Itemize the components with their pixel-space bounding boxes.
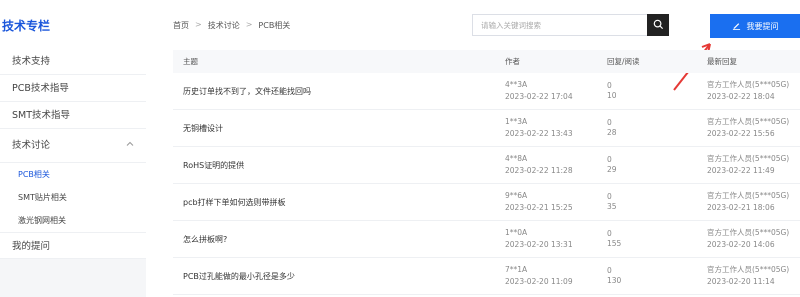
row-latest: 官方工作人员(5***05G) 2023-02-22 18:04 [707, 79, 800, 103]
table-header: 主题 作者 回复/阅读 最新回复 [173, 50, 800, 73]
row-title[interactable]: PCB过孔能做的最小孔径是多少 [173, 271, 505, 282]
main-content: 首页 > 技术讨论 > PCB相关 我要提问 主题 作者 回复/阅读 最新回复 … [146, 0, 800, 297]
latest-date: 2023-02-20 14:06 [707, 240, 775, 249]
author-name: 7**1A [505, 265, 528, 274]
row-reply: 0 29 [607, 155, 707, 175]
topics-table: 主题 作者 回复/阅读 最新回复 历史订单找不到了，文件还能找回吗 4**3A 2… [173, 50, 800, 295]
reply-count: 0 [607, 229, 612, 238]
view-count: 35 [607, 202, 617, 211]
breadcrumb: 首页 > 技术讨论 > PCB相关 [173, 20, 290, 31]
sidebar-subitem-smt[interactable]: SMT贴片相关 [0, 186, 146, 209]
author-name: 9**6A [505, 191, 528, 200]
row-title[interactable]: pcb打样下单如何选则带拼板 [173, 197, 505, 208]
latest-user: 官方工作人员(5***05G) [707, 265, 790, 274]
latest-date: 2023-02-22 15:56 [707, 129, 775, 138]
sidebar-item-pcb-guide[interactable]: PCB技术指导 [0, 75, 146, 102]
row-title[interactable]: 历史订单找不到了，文件还能找回吗 [173, 86, 505, 97]
row-title[interactable]: RoHS证明的提供 [173, 160, 505, 171]
sidebar-title: 技术专栏 [0, 0, 146, 48]
view-count: 130 [607, 276, 622, 285]
table-row[interactable]: PCB过孔能做的最小孔径是多少 7**1A 2023-02-20 11:09 01… [173, 258, 800, 295]
post-date: 2023-02-20 11:09 [505, 277, 573, 286]
row-author: 4**3A 2023-02-22 17:04 [505, 79, 607, 103]
post-date: 2023-02-22 11:28 [505, 166, 573, 175]
row-reply: 0 155 [607, 229, 707, 249]
view-count: 10 [607, 91, 617, 100]
view-count: 155 [607, 239, 622, 248]
latest-user: 官方工作人员(5***05G) [707, 80, 790, 89]
sidebar-menu: 技术支持 PCB技术指导 SMT技术指导 技术讨论 PCB相关 SMT贴片相关 … [0, 48, 146, 259]
author-name: 4**8A [505, 154, 528, 163]
row-reply: 0 10 [607, 81, 707, 101]
header-author: 作者 [505, 56, 520, 66]
row-latest: 官方工作人员(5***05G) 2023-02-20 11:14 [707, 264, 800, 288]
latest-user: 官方工作人员(5***05G) [707, 154, 790, 163]
row-reply: 0 28 [607, 118, 707, 138]
ask-question-button[interactable]: 我要提问 [710, 14, 800, 38]
sidebar: 技术专栏 技术支持 PCB技术指导 SMT技术指导 技术讨论 PCB相关 SMT… [0, 0, 146, 297]
post-date: 2023-02-21 15:25 [505, 203, 573, 212]
edit-icon [732, 21, 741, 32]
table-row[interactable]: pcb打样下单如何选则带拼板 9**6A 2023-02-21 15:25 0 35… [173, 184, 800, 221]
view-count: 28 [607, 128, 617, 137]
table-row[interactable]: 历史订单找不到了，文件还能找回吗 4**3A 2023-02-22 17:04 0… [173, 73, 800, 110]
sidebar-item-smt-guide[interactable]: SMT技术指导 [0, 102, 146, 129]
row-reply: 0 35 [607, 192, 707, 212]
sidebar-item-my-questions[interactable]: 我的提问 [0, 232, 146, 259]
reply-count: 0 [607, 81, 612, 90]
view-count: 29 [607, 165, 617, 174]
table-row[interactable]: 无铜槽设计 1**3A 2023-02-22 13:43 0 28 官方工作人员(5… [173, 110, 800, 147]
breadcrumb-separator: > [195, 20, 202, 29]
breadcrumb-tech-discussion[interactable]: 技术讨论 [208, 20, 240, 31]
latest-date: 2023-02-22 18:04 [707, 92, 775, 101]
search-icon [653, 19, 664, 32]
latest-date: 2023-02-22 11:49 [707, 166, 775, 175]
header-reply: 回复/阅读 [607, 56, 640, 66]
reply-count: 0 [607, 118, 612, 127]
post-date: 2023-02-22 13:43 [505, 129, 573, 138]
author-name: 1**0A [505, 228, 528, 237]
search-box [472, 14, 669, 36]
breadcrumb-current: PCB相关 [258, 21, 291, 30]
row-author: 7**1A 2023-02-20 11:09 [505, 264, 607, 288]
reply-count: 0 [607, 155, 612, 164]
header-title: 主题 [183, 57, 198, 66]
latest-user: 官方工作人员(5***05G) [707, 228, 790, 237]
breadcrumb-home[interactable]: 首页 [173, 20, 189, 31]
row-author: 1**0A 2023-02-20 13:31 [505, 227, 607, 251]
row-reply: 0 130 [607, 266, 707, 286]
sidebar-subitem-pcb[interactable]: PCB相关 [0, 163, 146, 186]
latest-date: 2023-02-21 18:06 [707, 203, 775, 212]
ask-question-label: 我要提问 [746, 21, 779, 31]
row-latest: 官方工作人员(5***05G) 2023-02-22 15:56 [707, 116, 800, 140]
header-latest: 最新回复 [707, 56, 737, 66]
sidebar-item-tech-support[interactable]: 技术支持 [0, 48, 146, 75]
reply-count: 0 [607, 266, 612, 275]
post-date: 2023-02-20 13:31 [505, 240, 573, 249]
sidebar-group-tech-discussion[interactable]: 技术讨论 [0, 129, 146, 163]
sidebar-subitem-stencil[interactable]: 激光钢网相关 [0, 209, 146, 232]
row-title[interactable]: 无铜槽设计 [173, 123, 505, 134]
sidebar-group-label: 技术讨论 [12, 140, 51, 151]
row-author: 4**8A 2023-02-22 11:28 [505, 153, 607, 177]
row-author: 9**6A 2023-02-21 15:25 [505, 190, 607, 214]
latest-user: 官方工作人员(5***05G) [707, 191, 790, 200]
table-row[interactable]: 怎么拼板啊? 1**0A 2023-02-20 13:31 0 155 官方工作人员… [173, 221, 800, 258]
latest-user: 官方工作人员(5***05G) [707, 117, 790, 126]
chevron-up-icon [126, 129, 134, 163]
author-name: 1**3A [505, 117, 528, 126]
breadcrumb-separator: > [245, 20, 253, 29]
row-author: 1**3A 2023-02-22 13:43 [505, 116, 607, 140]
reply-count: 0 [607, 192, 612, 201]
search-button[interactable] [647, 14, 669, 36]
table-row[interactable]: RoHS证明的提供 4**8A 2023-02-22 11:28 0 29 官方工作… [173, 147, 800, 184]
latest-date: 2023-02-20 11:14 [707, 277, 775, 286]
post-date: 2023-02-22 17:04 [505, 92, 573, 101]
search-input[interactable] [473, 15, 648, 35]
row-latest: 官方工作人员(5***05G) 2023-02-22 11:49 [707, 153, 800, 177]
row-latest: 官方工作人员(5***05G) 2023-02-20 14:06 [707, 227, 800, 251]
author-name: 4**3A [505, 80, 528, 89]
row-latest: 官方工作人员(5***05G) 2023-02-21 18:06 [707, 190, 800, 214]
row-title[interactable]: 怎么拼板啊? [173, 234, 505, 245]
